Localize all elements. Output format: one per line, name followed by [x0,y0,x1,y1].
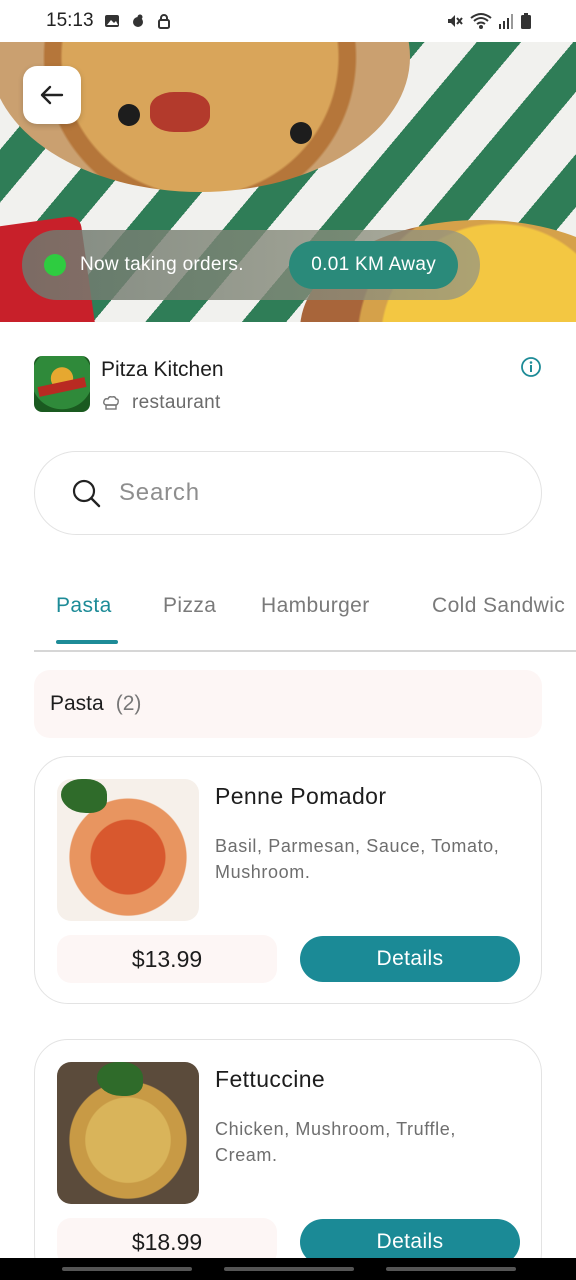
app-notification-icon [132,14,143,27]
search-icon [72,479,101,508]
restaurant-type: restaurant [132,392,221,413]
tab-cold-sandwich[interactable]: Cold Sandwic [432,594,565,618]
menu-item-card[interactable]: Penne Pomador Basil, Parmesan, Sauce, To… [34,756,542,1004]
order-status-text: Now taking orders. [80,254,244,275]
menu-item-description: Chicken, Mushroom, Truffle, Cream. [215,1119,456,1165]
signal-icon [499,14,513,29]
status-left: 15:13 [46,10,172,32]
category-header: Pasta (2) [34,670,542,738]
info-icon[interactable] [520,356,542,378]
wifi-icon [470,13,492,29]
restaurant-info: Pitza Kitchen restaurant [34,356,544,414]
restaurant-name: Pitza Kitchen [101,358,224,381]
tab-pasta[interactable]: Pasta [56,594,112,618]
status-time: 15:13 [46,10,94,31]
status-right [446,12,532,30]
gallery-icon [104,15,119,27]
chef-hat-icon [103,396,119,410]
menu-item-price: $13.99 [57,935,277,983]
nav-recent-button[interactable] [62,1267,192,1271]
lock-icon [157,14,170,29]
nav-home-button[interactable] [224,1267,354,1271]
tab-hamburger[interactable]: Hamburger [261,594,370,618]
details-button[interactable]: Details [300,936,520,982]
mute-icon [448,15,463,27]
menu-item-image [57,1062,199,1204]
system-nav-bar [0,1258,576,1280]
order-status-pill: Now taking orders. 0.01 KM Away [22,230,480,300]
active-tab-indicator [56,640,118,644]
back-button[interactable] [23,66,81,124]
tab-pizza[interactable]: Pizza [163,594,216,618]
menu-item-card[interactable]: Fettuccine Chicken, Mushroom, Truffle, C… [34,1039,542,1280]
category-title: Pasta [50,692,104,715]
online-dot-icon [44,254,66,276]
nav-back-button[interactable] [386,1267,516,1271]
battery-icon [521,13,531,29]
search-input[interactable] [119,479,499,507]
arrow-left-icon [40,85,64,105]
menu-item-image [57,779,199,921]
category-count: (2) [115,692,142,715]
distance-badge: 0.01 KM Away [289,241,458,289]
restaurant-logo [34,356,90,412]
menu-item-name: Penne Pomador [215,783,387,809]
menu-item-name: Fettuccine [215,1066,326,1092]
search-bar[interactable] [34,451,542,535]
status-bar: 15:13 [0,0,576,42]
category-tabs: Pasta Pizza Hamburger Cold Sandwic [34,580,576,652]
menu-item-description: Basil, Parmesan, Sauce, Tomato, Mushroom… [215,836,500,882]
